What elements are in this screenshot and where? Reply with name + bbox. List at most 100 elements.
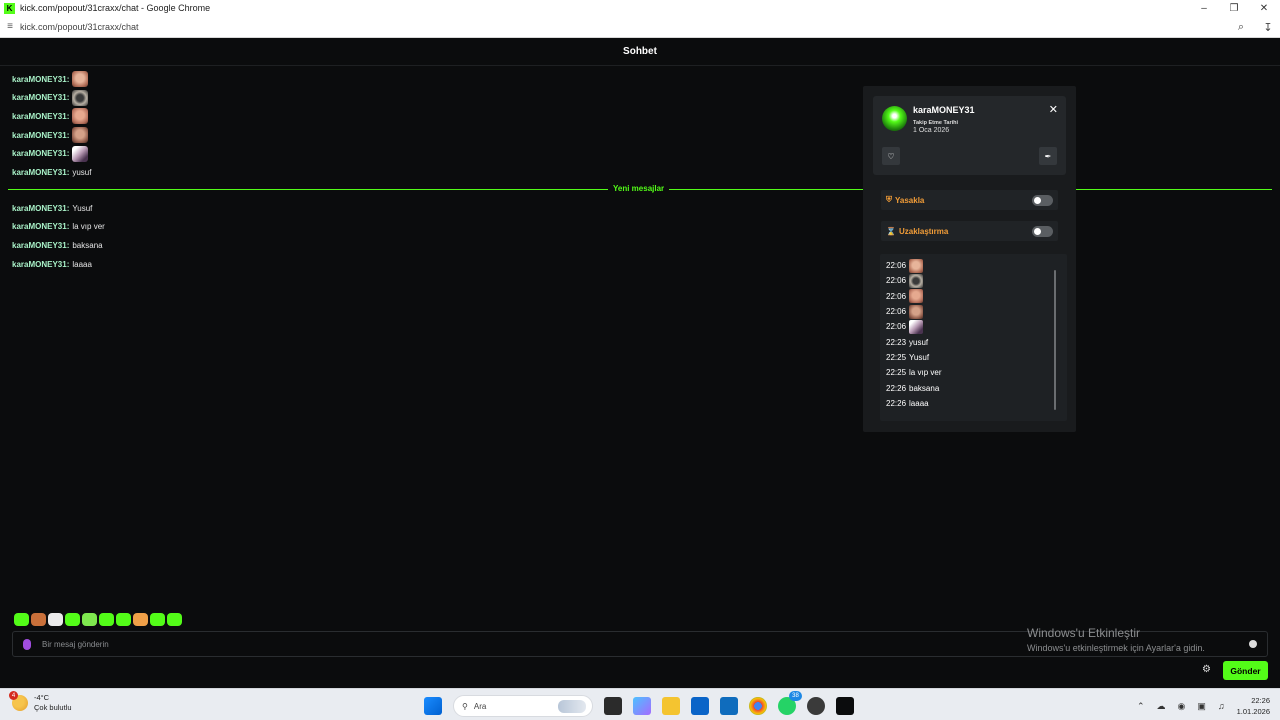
kick-favicon-icon: K — [4, 2, 15, 14]
cloud-icon[interactable]: ☁ — [1157, 701, 1166, 712]
search-label: Ara — [473, 701, 487, 711]
emote-image — [72, 89, 89, 106]
ban-toggle[interactable] — [1032, 195, 1053, 206]
file-explorer-icon[interactable] — [662, 697, 680, 715]
message-text: la vıp ver — [72, 222, 105, 232]
gift-button[interactable]: ✒ — [1039, 147, 1057, 165]
history-scrollbar[interactable] — [1054, 270, 1056, 410]
emote-icon[interactable] — [48, 613, 63, 626]
emote-image — [72, 71, 89, 88]
download-icon[interactable]: ↧ — [1260, 19, 1276, 35]
user-card-username[interactable]: karaMONEY31 — [913, 105, 975, 115]
message-username[interactable]: karaMONEY31: — [12, 168, 69, 177]
history-item: 22:06 — [880, 258, 1067, 273]
minimize-icon[interactable]: – — [1190, 0, 1218, 16]
widgets-icon[interactable] — [633, 697, 651, 715]
whatsapp-icon[interactable]: 38 — [778, 691, 802, 715]
chat-message: karaMONEY31: — [12, 107, 612, 126]
message-username[interactable]: karaMONEY31: — [12, 149, 69, 158]
user-card-popup: karaMONEY31 Takip Etme Tarihi 1 Oca 2026… — [863, 86, 1076, 432]
message-username[interactable]: karaMONEY31: — [12, 75, 69, 84]
message-username[interactable]: karaMONEY31: — [12, 93, 69, 102]
microphone-icon[interactable] — [23, 638, 31, 650]
chat-message: karaMONEY31: — [12, 144, 612, 163]
history-text: baksana — [909, 383, 940, 393]
emote-icon[interactable] — [167, 613, 182, 626]
gear-icon[interactable]: ⚙ — [1202, 664, 1211, 675]
new-messages-label: Yeni mesajlar — [608, 184, 670, 194]
chat-message-input[interactable] — [42, 639, 642, 649]
history-text: Yusuf — [909, 352, 930, 362]
emote-icon[interactable] — [99, 613, 114, 626]
close-window-icon[interactable]: ✕ — [1250, 0, 1278, 16]
close-icon[interactable]: ✕ — [1049, 103, 1058, 116]
ban-row[interactable]: ⛨ Yasakla — [881, 190, 1058, 210]
watermark-title: Windows'u Etkinleştir — [1027, 626, 1140, 640]
task-view-icon[interactable] — [604, 697, 622, 715]
history-time: 22:06 — [886, 291, 907, 301]
send-button[interactable]: Gönder — [1223, 661, 1268, 680]
search-icon: ⚲ — [462, 701, 468, 711]
url-text[interactable]: kick.com/popout/31craxx/chat — [20, 22, 139, 32]
maximize-icon[interactable]: ❐ — [1220, 0, 1248, 16]
message-text: laaaa — [72, 259, 92, 269]
shield-icon: ⛨ — [886, 195, 892, 204]
address-bar[interactable]: ≡ kick.com/popout/31craxx/chat ⌕ ↧ — [0, 16, 1280, 38]
microphone-tray-icon[interactable]: ◉ — [1178, 701, 1186, 712]
message-username[interactable]: karaMONEY31: — [12, 131, 69, 140]
emote-icon[interactable] — [116, 613, 131, 626]
taskbar-search[interactable]: ⚲ Ara — [453, 695, 593, 717]
chat-message: karaMONEY31: la vıp ver — [12, 218, 612, 237]
network-icon[interactable]: ▣ — [1197, 701, 1206, 712]
emoji-picker-icon[interactable] — [1249, 640, 1257, 648]
taskbar-clock[interactable]: 22:26 1.01.2026 — [1237, 695, 1270, 717]
store-icon[interactable] — [691, 697, 709, 715]
message-username[interactable]: karaMONEY31: — [12, 241, 69, 250]
app-icon[interactable] — [807, 697, 825, 715]
weather-widget[interactable]: 4 -4°C Çok bulutlu — [9, 691, 72, 713]
chat-message: karaMONEY31: Yusuf — [12, 199, 612, 218]
emote-icon[interactable] — [14, 613, 29, 626]
emote-icon[interactable] — [82, 613, 97, 626]
site-info-icon[interactable]: ≡ — [0, 21, 20, 32]
follow-date-label: Takip Etme Tarihi — [913, 120, 959, 126]
message-username[interactable]: karaMONEY31: — [12, 204, 69, 213]
follow-heart-button[interactable]: ♡ — [882, 147, 900, 165]
emote-icon[interactable] — [150, 613, 165, 626]
gift-icon: ✒ — [1044, 151, 1052, 161]
kick-app-icon[interactable] — [836, 697, 854, 715]
zoom-icon[interactable]: ⌕ — [1233, 19, 1249, 35]
hourglass-icon: ⌛ — [886, 226, 896, 236]
system-tray: ⌃ ☁ ◉ ▣ ♫ 22:26 1.01.2026 — [1125, 695, 1270, 717]
message-username[interactable]: karaMONEY31: — [12, 222, 69, 231]
chat-message-list: karaMONEY31: karaMONEY31: karaMONEY31: kara… — [12, 70, 612, 182]
timeout-toggle[interactable] — [1032, 226, 1053, 237]
history-item: 22:06 — [880, 304, 1067, 319]
emote-image — [909, 304, 924, 319]
emote-image — [72, 108, 89, 125]
timeout-label: Uzaklaştırma — [898, 226, 949, 236]
weather-text: Çok bulutlu — [34, 703, 72, 712]
outlook-icon[interactable] — [720, 697, 738, 715]
emote-icon[interactable] — [65, 613, 80, 626]
emote-quick-bar — [14, 613, 182, 626]
history-time: 22:23 — [886, 337, 907, 347]
volume-icon[interactable]: ♫ — [1218, 701, 1225, 711]
follow-date-value: 1 Oca 2026 — [913, 127, 950, 134]
watermark-subtitle: Windows'u etkinleştirmek için Ayarlar'a … — [1027, 643, 1205, 653]
emote-image — [72, 127, 89, 144]
message-username[interactable]: karaMONEY31: — [12, 112, 69, 121]
weather-badge: 4 — [9, 691, 18, 700]
chevron-up-icon[interactable]: ⌃ — [1137, 701, 1145, 712]
chrome-icon[interactable] — [749, 697, 767, 715]
chat-header: Sohbet — [0, 38, 1280, 66]
emote-icon[interactable] — [133, 613, 148, 626]
emote-icon[interactable] — [31, 613, 46, 626]
message-username[interactable]: karaMONEY31: — [12, 260, 69, 269]
message-text: baksana — [72, 240, 103, 250]
whatsapp-badge: 38 — [789, 691, 802, 701]
windows-start-icon[interactable] — [424, 697, 442, 715]
clock-date: 1.01.2026 — [1236, 707, 1270, 716]
temperature-text: -4°C — [34, 693, 50, 702]
timeout-row[interactable]: ⌛ Uzaklaştırma — [881, 221, 1058, 241]
